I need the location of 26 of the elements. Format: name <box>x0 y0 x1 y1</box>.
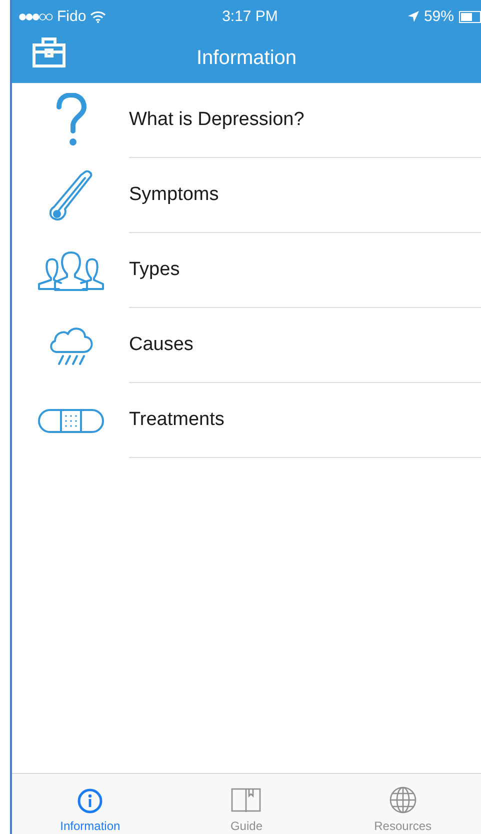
signal-icon <box>19 12 53 20</box>
menu-row[interactable]: What is Depression? <box>12 83 481 158</box>
row-label: Causes <box>129 334 194 356</box>
carrier-name: Fido <box>57 8 86 25</box>
clock-time: 3:17 PM <box>222 8 278 25</box>
location-arrow-icon <box>408 11 419 22</box>
menu-row[interactable]: Types <box>12 233 481 308</box>
thermometer-icon <box>46 168 94 222</box>
battery-icon <box>459 10 481 22</box>
bandage-icon <box>38 408 104 434</box>
row-label: Types <box>129 259 180 281</box>
people-icon <box>36 250 104 292</box>
menu-row[interactable]: Symptoms <box>12 158 481 233</box>
screen-title: Information <box>196 46 297 70</box>
menu-row[interactable]: Treatments <box>12 383 481 458</box>
tab[interactable]: Information <box>12 774 168 834</box>
wifi-icon <box>90 10 106 22</box>
row-label: Symptoms <box>129 184 219 206</box>
book-icon <box>231 788 262 814</box>
globe-icon <box>388 786 417 814</box>
info-icon <box>77 788 104 814</box>
row-label: Treatments <box>129 409 224 431</box>
row-label: What is Depression? <box>129 109 304 131</box>
battery-percent: 59% <box>424 8 454 25</box>
toolbox-icon[interactable] <box>32 36 66 68</box>
menu-row[interactable]: Causes <box>12 308 481 383</box>
